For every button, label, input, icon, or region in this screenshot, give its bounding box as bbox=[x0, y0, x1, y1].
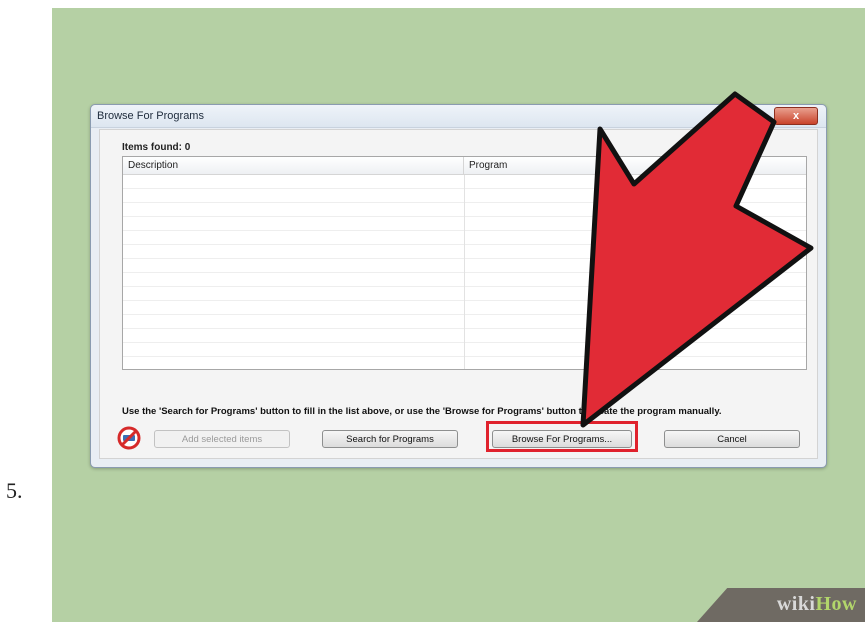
watermark-how: How bbox=[815, 593, 857, 615]
screenshot-panel: Browse For Programs x Items found: 0 Des… bbox=[52, 8, 865, 622]
red-arrow-icon bbox=[580, 91, 814, 428]
watermark-wiki: wiki bbox=[776, 593, 816, 615]
step-number: 5. bbox=[6, 478, 23, 503]
wikihow-logo-text: wikiHow bbox=[777, 593, 857, 616]
